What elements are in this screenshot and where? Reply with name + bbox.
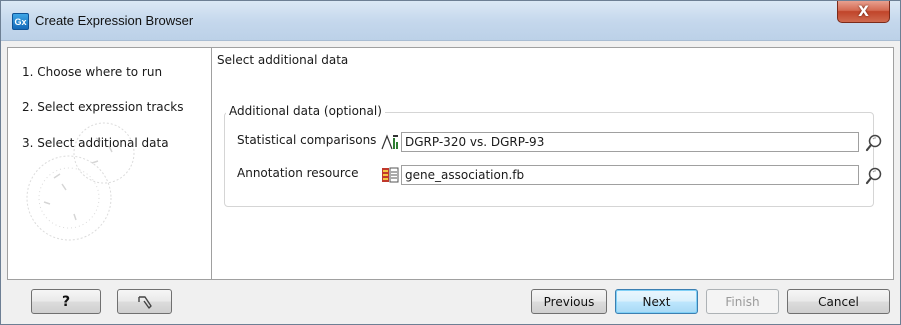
wizard-steps-panel: 1. Choose where to run 2. Select express… — [8, 48, 212, 279]
browse-statistical-comparisons-icon[interactable] — [864, 133, 884, 153]
window-title: Create Expression Browser — [35, 13, 194, 28]
help-icon: ? — [61, 293, 71, 310]
group-title: Additional data (optional) — [226, 104, 385, 118]
step-item-choose-where-to-run: 1. Choose where to run — [22, 65, 162, 79]
browse-annotation-resource-icon[interactable] — [864, 166, 884, 186]
annotation-resource-field[interactable]: gene_association.fb — [401, 165, 859, 185]
statistical-comparison-icon — [381, 134, 398, 150]
reset-button[interactable] — [117, 289, 172, 314]
previous-button[interactable]: Previous — [531, 289, 607, 314]
next-button[interactable]: Next — [615, 289, 698, 314]
reset-arrow-icon — [137, 295, 152, 309]
step-label: Choose where to run — [37, 65, 163, 79]
annotation-table-icon — [382, 167, 399, 183]
statistical-comparisons-label: Statistical comparisons — [237, 133, 377, 147]
additional-data-group — [224, 112, 874, 207]
step-item-select-expression-tracks: 2. Select expression tracks — [22, 100, 183, 114]
app-icon: Gx — [12, 13, 29, 30]
dialog-window: Gx Create Expression Browser X 1. Choose… — [0, 0, 901, 325]
wizard-content: 1. Choose where to run 2. Select express… — [7, 47, 894, 280]
binary-circles-watermark-icon — [26, 122, 135, 241]
annotation-resource-label: Annotation resource — [237, 166, 359, 180]
title-bar[interactable]: Gx Create Expression Browser X — [1, 1, 900, 41]
cancel-button[interactable]: Cancel — [787, 289, 890, 314]
step-number: 2. — [22, 100, 34, 114]
step-number: 1. — [22, 65, 34, 79]
statistical-comparisons-field[interactable]: DGRP-320 vs. DGRP-93 — [401, 132, 859, 152]
section-title: Select additional data — [217, 53, 349, 67]
button-bar: ? Previous Next Finish Cancel — [1, 281, 900, 325]
help-button[interactable]: ? — [31, 289, 101, 314]
step-label: Select expression tracks — [37, 100, 184, 114]
finish-button[interactable]: Finish — [706, 289, 779, 314]
close-button[interactable]: X — [837, 1, 890, 23]
main-panel: Select additional data Additional data (… — [213, 48, 893, 279]
